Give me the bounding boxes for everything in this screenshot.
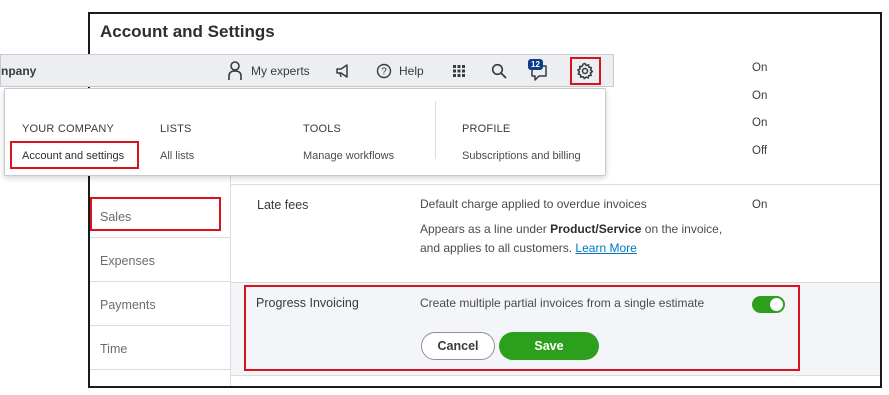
status-value: On	[752, 62, 768, 74]
menu-heading-tools: TOOLS	[303, 123, 342, 135]
sales-highlight	[90, 197, 221, 231]
late-fees-description: Default charge applied to overdue invoic…	[420, 195, 750, 258]
late-fees-desc-line3: and applies to all customers. Learn More	[420, 239, 750, 258]
search-icon[interactable]	[491, 63, 507, 79]
sidebar-item-expenses[interactable]: Expenses	[90, 238, 230, 282]
desc-bold-text: Product/Service	[550, 222, 642, 236]
svg-text:?: ?	[381, 67, 387, 78]
menu-divider	[435, 101, 436, 159]
page-title: Account and Settings	[100, 22, 275, 41]
late-fees-status: On	[752, 199, 768, 211]
notification-badge: 12	[528, 59, 543, 70]
status-value: On	[752, 90, 768, 102]
menu-item-subscriptions[interactable]: Subscriptions and billing	[462, 150, 581, 162]
my-experts-link[interactable]: My experts	[251, 64, 310, 78]
sidebar-item-advanced[interactable]: Advanced	[90, 370, 230, 386]
apps-grid-icon[interactable]	[452, 64, 466, 78]
progress-invoicing-highlight	[244, 285, 800, 371]
menu-heading-profile: PROFILE	[462, 123, 511, 135]
menu-heading-lists: LISTS	[160, 123, 192, 135]
sidebar-item-payments[interactable]: Payments	[90, 282, 230, 326]
desc-text: on the invoice,	[641, 222, 723, 236]
menu-item-all-lists[interactable]: All lists	[160, 150, 194, 162]
account-settings-highlight	[10, 141, 139, 169]
late-fees-label: Late fees	[257, 198, 309, 212]
row-divider	[231, 375, 880, 376]
learn-more-link[interactable]: Learn More	[575, 241, 636, 255]
gear-menu-overlay: npany My experts ? Help 12 YOUR COMPANY …	[0, 54, 616, 176]
menu-heading-your-company: YOUR COMPANY	[22, 123, 115, 135]
gear-dropdown-menu: YOUR COMPANY Account and settings LISTS …	[4, 88, 606, 176]
status-value: On	[752, 117, 768, 129]
late-fees-desc-line2: Appears as a line under Product/Service …	[420, 220, 750, 239]
company-name: npany	[1, 64, 37, 78]
row-divider	[231, 184, 880, 185]
late-fees-desc-line1: Default charge applied to overdue invoic…	[420, 197, 647, 211]
desc-text: Appears as a line under	[420, 222, 551, 236]
desc-text: and applies to all customers.	[420, 241, 576, 255]
person-icon	[228, 61, 242, 80]
sidebar-item-time[interactable]: Time	[90, 326, 230, 370]
megaphone-icon[interactable]	[335, 64, 351, 78]
top-bar: npany My experts ? Help 12	[0, 54, 614, 87]
menu-item-manage-workflows[interactable]: Manage workflows	[303, 150, 394, 162]
help-link[interactable]: Help	[399, 64, 424, 78]
status-value: Off	[752, 145, 768, 157]
gear-highlight	[570, 57, 601, 85]
help-icon[interactable]: ?	[376, 63, 392, 79]
